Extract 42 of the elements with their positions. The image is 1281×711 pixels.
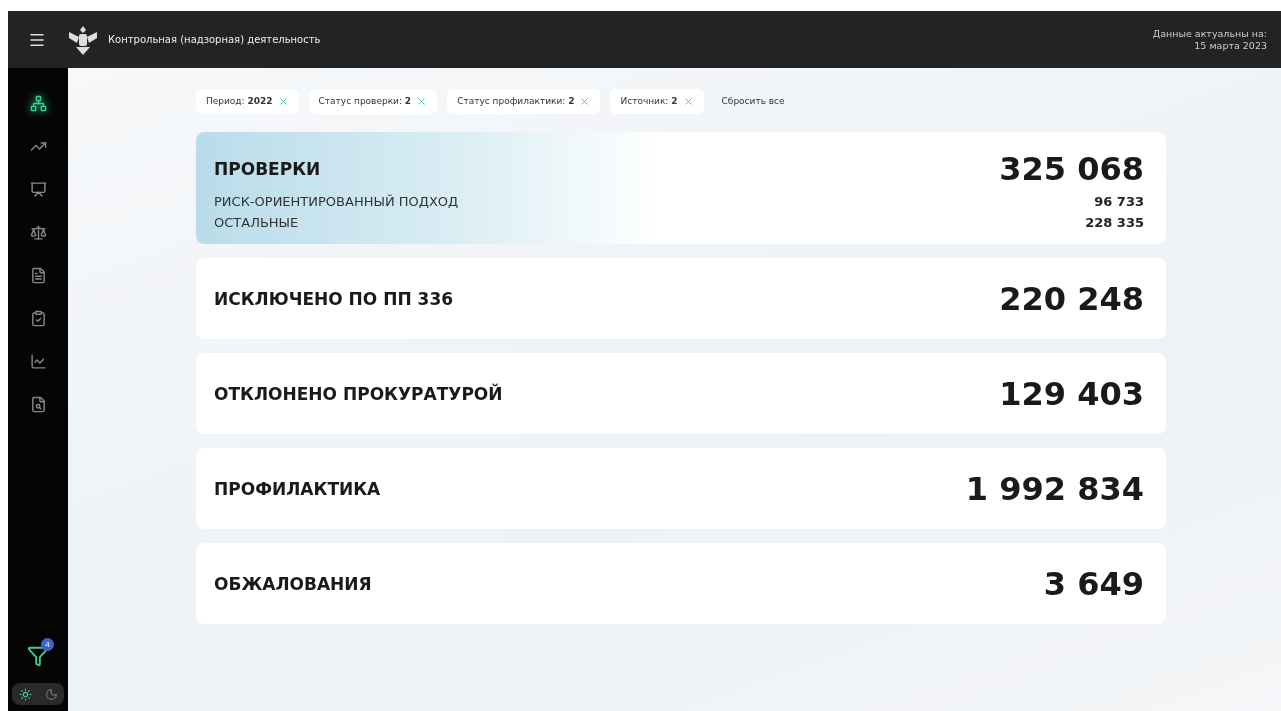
reset-filters-link[interactable]: Сбросить все <box>713 96 793 106</box>
card-title: ПРОФИЛАКТИКА <box>214 478 381 499</box>
row-value: 96 733 <box>1094 194 1144 209</box>
row-label: РИСК-ОРИЕНТИРОВАННЫЙ ПОДХОД <box>214 194 459 209</box>
filter-label: Период: 2022 <box>206 96 273 106</box>
clipboard-check-icon <box>29 309 47 327</box>
remove-filter-button[interactable] <box>416 95 428 107</box>
close-icon <box>579 95 591 107</box>
row-value: 228 335 <box>1085 215 1144 230</box>
card-value: 325 068 <box>999 150 1144 188</box>
filter-count-badge: 4 <box>41 638 54 651</box>
dark-theme-button[interactable] <box>44 687 58 701</box>
filter-label: Статус проверки: 2 <box>318 96 412 106</box>
close-icon <box>277 95 289 107</box>
close-icon <box>682 95 694 107</box>
filter-button[interactable]: 4 <box>20 638 56 674</box>
monitor-chart-icon <box>29 180 47 198</box>
card-title: ОБЖАЛОВАНИЯ <box>214 573 372 594</box>
card-title: ПРОВЕРКИ <box>214 159 321 179</box>
card-value: 1 992 834 <box>965 469 1144 508</box>
document-search-icon <box>29 395 47 413</box>
close-icon <box>416 95 428 107</box>
updated-label: Данные актуальны на: <box>1152 28 1267 40</box>
updated-date: 15 марта 2023 <box>1193 39 1267 51</box>
remove-filter-button[interactable] <box>277 95 289 107</box>
line-chart-icon <box>29 352 47 370</box>
app-title: Контрольная (надзорная) деятельность <box>108 34 322 45</box>
filter-label: Источник: 2 <box>620 96 678 106</box>
filter-label: Статус профилактики: 2 <box>457 96 575 106</box>
light-theme-button[interactable] <box>18 687 32 701</box>
document-icon <box>29 266 47 284</box>
remove-filter-button[interactable] <box>579 95 591 107</box>
card-value: 129 403 <box>999 374 1144 413</box>
row-label: ОСТАЛЬНЫЕ <box>214 215 299 230</box>
scales-icon <box>29 223 47 241</box>
remove-filter-button[interactable] <box>682 95 694 107</box>
card-title: ОТКЛОНЕНО ПРОКУРАТУРОЙ <box>214 383 503 404</box>
card-value: 3 649 <box>1043 564 1144 603</box>
hierarchy-icon <box>29 94 47 112</box>
card-title: ИСКЛЮЧЕНО ПО ПП 336 <box>214 288 454 309</box>
filter-icon <box>27 645 49 667</box>
card-value: 220 248 <box>999 279 1144 318</box>
